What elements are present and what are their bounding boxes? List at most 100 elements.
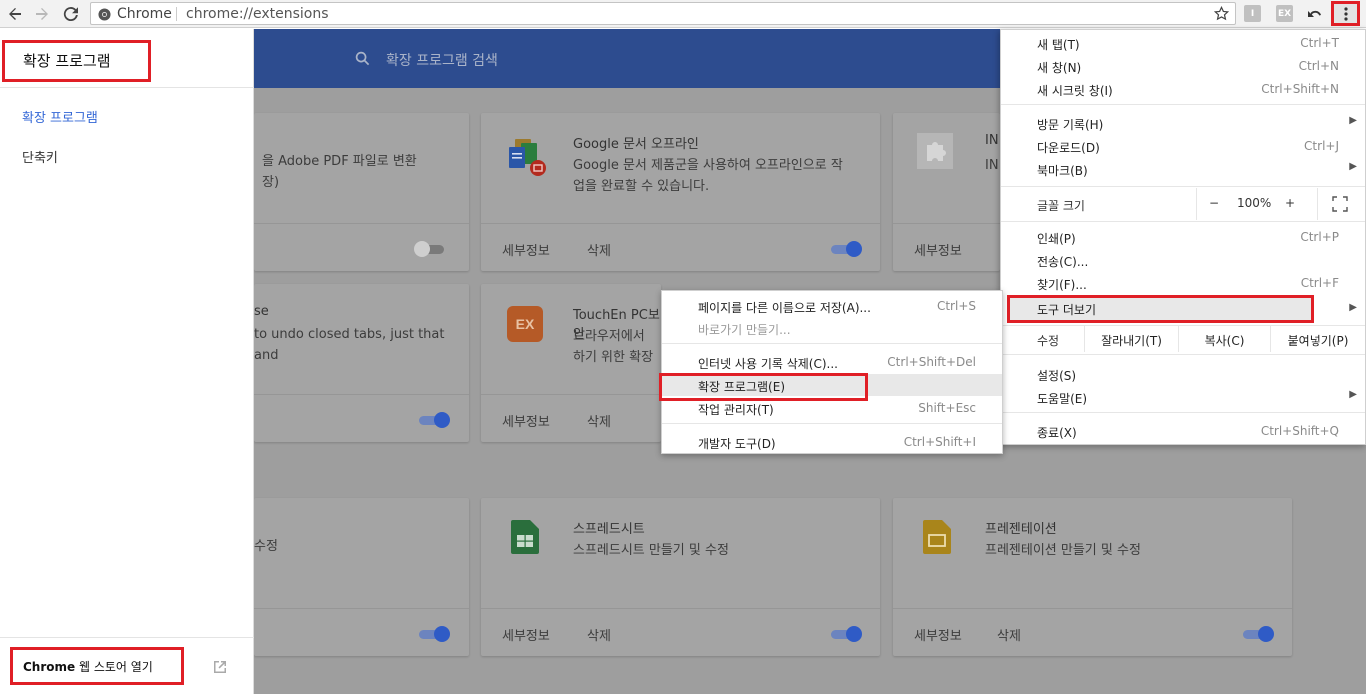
search-input[interactable]: 확장 프로그램 검색 <box>386 50 498 70</box>
chrome-menu-button[interactable] <box>1331 1 1360 26</box>
extension-description: 브라우저에서 <box>573 329 645 344</box>
paste-button[interactable]: 붙여넣기(P) <box>1270 326 1365 352</box>
menu-item-new-tab[interactable]: 새 탭(T) Ctrl+T <box>1001 32 1365 55</box>
submenu-item-devtools[interactable]: 개발자 도구(D) Ctrl+Shift+I <box>662 431 1002 453</box>
bookmark-star-icon[interactable] <box>1213 5 1230 24</box>
extension-card: 을 Adobe PDF 파일로 변환 장) <box>254 113 469 271</box>
submenu-item-task-manager[interactable]: 작업 관리자(T) Shift+Esc <box>662 397 1002 419</box>
google-slides-icon <box>923 520 959 556</box>
extension-card: se to undo closed tabs, just that and <box>254 284 469 442</box>
menu-item-more-tools[interactable]: 도구 더보기 ▶ <box>1001 295 1365 323</box>
submenu-arrow-icon: ▶ <box>1349 115 1357 126</box>
menu-separator <box>1001 104 1365 105</box>
remove-button[interactable]: 삭제 <box>587 411 611 430</box>
extension-description: 수정 <box>254 539 278 554</box>
extension-card: 수정 <box>254 498 469 656</box>
menu-item-print[interactable]: 인쇄(P) Ctrl+P <box>1001 226 1365 249</box>
store-link-label: 웹 스토어 열기 <box>75 660 153 674</box>
chrome-logo-icon <box>98 8 111 24</box>
extensions-drawer: 확장 프로그램 확장 프로그램 단축키 Chrome 웹 스토어 열기 <box>0 29 254 694</box>
submenu-arrow-icon: ▶ <box>1349 161 1357 172</box>
menu-item-find[interactable]: 찾기(F)... Ctrl+F <box>1001 272 1365 295</box>
url-text[interactable]: chrome://extensions <box>186 6 329 22</box>
open-in-new-icon[interactable] <box>212 659 228 678</box>
menu-item-cast[interactable]: 전송(C)... <box>1001 249 1365 272</box>
submenu-item-save-page[interactable]: 페이지를 다른 이름으로 저장(A)... Ctrl+S <box>662 295 1002 317</box>
forward-button[interactable] <box>32 4 52 24</box>
menu-separator <box>662 423 1002 424</box>
submenu-item-create-shortcut: 바로가기 만들기... <box>698 323 791 337</box>
zoom-controls: − 100% + <box>1196 188 1365 220</box>
menu-item-exit[interactable]: 종료(X) Ctrl+Shift+Q <box>1001 420 1365 443</box>
drawer-item-shortcuts[interactable]: 단축키 <box>22 147 58 166</box>
extension-toggle[interactable] <box>829 241 862 257</box>
extension-description: 프레젠테이션 만들기 및 수정 <box>985 543 1141 558</box>
menu-item-history[interactable]: 방문 기록(H) ▶ <box>1001 112 1365 135</box>
extension-toggle[interactable] <box>417 626 450 642</box>
google-docs-offline-icon <box>507 137 546 176</box>
card-divider <box>481 608 880 609</box>
edit-label: 수정 <box>1037 334 1060 348</box>
chrome-main-menu: 새 탭(T) Ctrl+T 새 창(N) Ctrl+N 새 시크릿 창(I) C… <box>1000 29 1366 445</box>
extension-toggle[interactable] <box>1241 626 1274 642</box>
drawer-divider <box>0 637 254 638</box>
page-scrollbar[interactable] <box>1348 445 1366 694</box>
details-button[interactable]: 세부정보 <box>502 240 550 259</box>
extension-card: Google 문서 오프라인 Google 문서 제품군을 사용하여 오프라인으… <box>481 113 880 271</box>
zoom-in-button[interactable]: + <box>1285 196 1295 210</box>
menu-item-help[interactable]: 도움말(E) ▶ <box>1001 386 1365 409</box>
edit-row: 수정 잘라내기(T) 복사(C) 붙여넣기(P) <box>1001 326 1365 352</box>
google-sheets-icon <box>511 520 547 556</box>
extension-toggle[interactable] <box>414 241 447 257</box>
menu-separator <box>1001 354 1365 355</box>
extension-title: IN <box>985 133 999 148</box>
menu-item-downloads[interactable]: 다운로드(D) Ctrl+J <box>1001 135 1365 158</box>
remove-button[interactable]: 삭제 <box>587 625 611 644</box>
submenu-item-clear-history[interactable]: 인터넷 사용 기록 삭제(C)... Ctrl+Shift+Del <box>662 351 1002 373</box>
remove-button[interactable]: 삭제 <box>587 240 611 259</box>
submenu-arrow-icon: ▶ <box>1349 302 1357 313</box>
extension-toolbar-icon[interactable]: EX <box>1276 5 1293 22</box>
address-bar[interactable]: Chrome chrome://extensions <box>90 2 1236 25</box>
menu-item-incognito[interactable]: 새 시크릿 창(I) Ctrl+Shift+N <box>1001 78 1365 101</box>
drawer-item-extensions[interactable]: 확장 프로그램 <box>22 107 98 126</box>
menu-item-bookmarks[interactable]: 북마크(B) ▶ <box>1001 158 1365 181</box>
arrow-right-icon <box>36 8 48 20</box>
fullscreen-button[interactable] <box>1317 188 1366 220</box>
menu-item-new-window[interactable]: 새 창(N) Ctrl+N <box>1001 55 1365 78</box>
details-button[interactable]: 세부정보 <box>914 625 962 644</box>
details-button[interactable]: 세부정보 <box>502 625 550 644</box>
details-button[interactable]: 세부정보 <box>914 240 962 259</box>
menu-separator <box>1001 186 1365 187</box>
back-button[interactable] <box>5 4 25 24</box>
remove-button[interactable]: 삭제 <box>997 625 1021 644</box>
touchen-ex-icon: EX <box>507 306 543 342</box>
drawer-title: 확장 프로그램 <box>2 40 151 82</box>
cut-button[interactable]: 잘라내기(T) <box>1084 326 1178 352</box>
copy-button[interactable]: 복사(C) <box>1178 326 1270 352</box>
extension-description: IN <box>985 158 999 173</box>
extension-toggle[interactable] <box>829 626 862 642</box>
extension-title: se <box>254 304 269 319</box>
menu-separator <box>662 343 1002 344</box>
details-button[interactable]: 세부정보 <box>502 411 550 430</box>
zoom-row: 글꼴 크기 − 100% + <box>1001 188 1365 220</box>
fullscreen-icon <box>1332 196 1348 212</box>
reload-button[interactable] <box>61 4 81 24</box>
extension-toggle[interactable] <box>417 412 450 428</box>
open-web-store-link[interactable]: Chrome 웹 스토어 열기 <box>10 647 184 685</box>
zoom-out-button[interactable]: − <box>1209 196 1219 210</box>
menu-item-settings[interactable]: 설정(S) <box>1001 363 1365 386</box>
extension-toolbar-icon[interactable]: I <box>1244 5 1261 22</box>
card-divider <box>254 223 469 224</box>
touchen-ex-label: EX <box>507 306 543 342</box>
extension-card: 스프레드시트 스프레드시트 만들기 및 수정 세부정보 삭제 <box>481 498 880 656</box>
card-divider <box>893 223 1000 224</box>
extension-card: EX TouchEn PC보안 브라우저에서 하기 위한 확장 세부정보 삭제 <box>481 284 661 442</box>
undo-closed-tab-icon[interactable] <box>1306 5 1324 25</box>
extension-card: 프레젠테이션 프레젠테이션 만들기 및 수정 세부정보 삭제 <box>893 498 1292 656</box>
puzzle-piece-icon <box>917 133 953 169</box>
menu-separator <box>1001 412 1365 413</box>
vertical-dots-icon <box>1343 6 1348 21</box>
site-chip: Chrome <box>117 6 172 22</box>
